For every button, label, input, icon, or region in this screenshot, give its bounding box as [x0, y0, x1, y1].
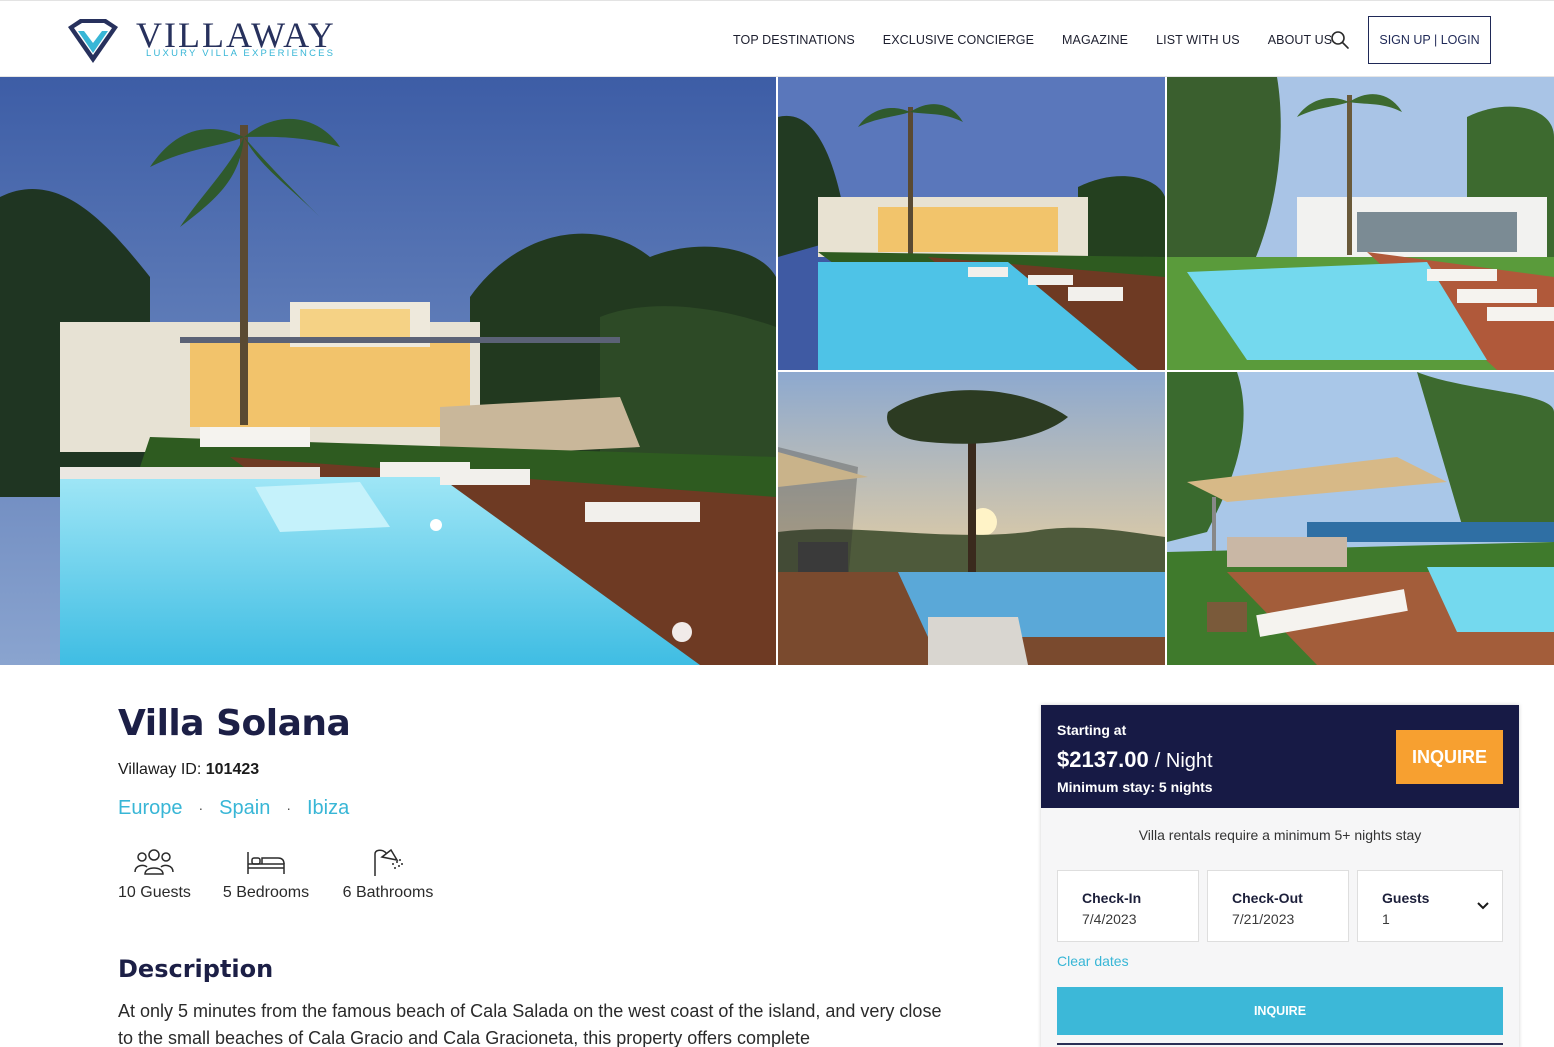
chevron-down-icon: [1477, 902, 1489, 910]
gallery-photo-2[interactable]: [778, 77, 1165, 370]
gallery-photo-main[interactable]: [0, 77, 776, 665]
inquire-button-top[interactable]: INQUIRE: [1396, 730, 1503, 784]
checkin-label: Check-In: [1082, 890, 1142, 906]
nav-list-with-us[interactable]: LIST WITH US: [1156, 32, 1240, 48]
amenity-bathrooms-label: 6 Bathrooms: [342, 884, 434, 901]
brand-tagline: LUXURY VILLA EXPERIENCES: [146, 48, 336, 59]
signup-login-button[interactable]: SIGN UP | LOGIN: [1368, 16, 1491, 64]
amenity-guests: 10 Guests: [118, 848, 191, 902]
divider: [1057, 1043, 1503, 1045]
checkin-value: 7/4/2023: [1082, 911, 1137, 927]
guests-icon: [134, 849, 174, 875]
site-header: VILLAWAY LUXURY VILLA EXPERIENCES TOP DE…: [0, 0, 1554, 77]
checkout-value: 7/21/2023: [1232, 911, 1295, 927]
nav-top-destinations[interactable]: TOP DESTINATIONS: [733, 32, 855, 48]
search-icon[interactable]: [1330, 30, 1350, 50]
minimum-stay-note: Villa rentals require a minimum 5+ night…: [1138, 827, 1422, 843]
description-text: At only 5 minutes from the famous beach …: [118, 1001, 942, 1047]
amenity-bathrooms: 6 Bathrooms: [340, 848, 436, 902]
breadcrumb-separator: ·: [286, 800, 291, 816]
guests-label: Guests: [1382, 890, 1430, 906]
villaway-logo[interactable]: VILLAWAY LUXURY VILLA EXPERIENCES: [66, 17, 346, 67]
nav-magazine[interactable]: MAGAZINE: [1062, 32, 1128, 48]
bed-icon: [247, 852, 285, 874]
nav-about-us[interactable]: ABOUT US: [1268, 32, 1332, 48]
breadcrumb-europe[interactable]: Europe: [118, 796, 183, 820]
booking-card-header: Starting at $2137.00/ Night Minimum stay…: [1041, 705, 1519, 808]
clear-dates-link[interactable]: Clear dates: [1057, 952, 1129, 970]
amenity-guests-label: 10 Guests: [118, 884, 191, 901]
description-heading: Description: [118, 955, 274, 983]
price-value: $2137.00: [1057, 747, 1149, 772]
villa-title: Villa Solana: [118, 703, 351, 744]
diamond-logo-icon: [68, 19, 118, 63]
villa-id-label: Villaway ID:: [118, 761, 202, 778]
shower-icon: [374, 848, 403, 876]
gallery-photo-4[interactable]: [778, 372, 1165, 665]
guests-select[interactable]: Guests 1: [1357, 870, 1503, 942]
nav-exclusive-concierge[interactable]: EXCLUSIVE CONCIERGE: [883, 32, 1034, 48]
booking-card: Starting at $2137.00/ Night Minimum stay…: [1041, 705, 1519, 1047]
guests-value: 1: [1382, 911, 1390, 927]
starting-at-label: Starting at: [1057, 722, 1127, 738]
main-nav: TOP DESTINATIONS EXCLUSIVE CONCIERGE MAG…: [733, 32, 1360, 48]
checkout-field[interactable]: Check-Out 7/21/2023: [1207, 870, 1349, 942]
photo-gallery: [0, 77, 1554, 665]
amenity-bedrooms: 5 Bedrooms: [222, 848, 310, 902]
gallery-photo-3[interactable]: [1167, 77, 1554, 370]
minimum-stay: Minimum stay: 5 nights: [1057, 779, 1213, 795]
gallery-photo-5[interactable]: [1167, 372, 1554, 665]
nightly-price: $2137.00/ Night: [1057, 747, 1213, 774]
inquire-button[interactable]: INQUIRE: [1057, 987, 1503, 1035]
checkin-field[interactable]: Check-In 7/4/2023: [1057, 870, 1199, 942]
breadcrumb-spain[interactable]: Spain: [219, 796, 270, 820]
location-breadcrumb: Europe · Spain · Ibiza: [118, 796, 349, 820]
breadcrumb-ibiza[interactable]: Ibiza: [307, 796, 349, 820]
price-unit: / Night: [1154, 750, 1213, 772]
checkout-label: Check-Out: [1232, 890, 1303, 906]
breadcrumb-separator: ·: [198, 800, 204, 816]
amenity-bedrooms-label: 5 Bedrooms: [222, 884, 310, 901]
villa-id-value: 101423: [205, 761, 260, 778]
villa-id: Villaway ID: 101423: [118, 760, 259, 780]
